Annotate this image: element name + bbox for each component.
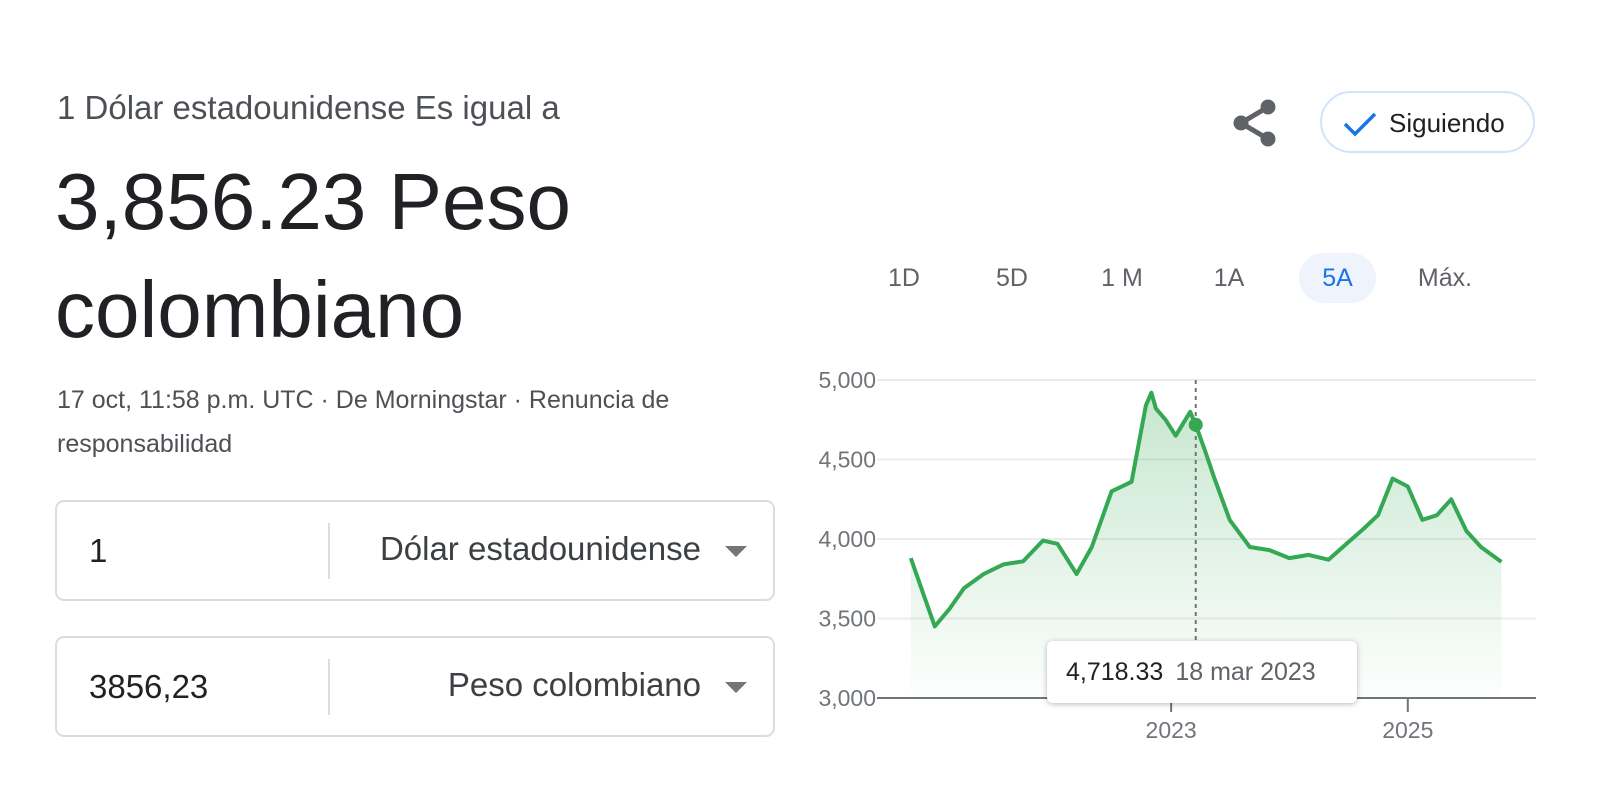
follow-button[interactable]: Siguiendo [1320,91,1535,153]
checkmark-icon [1343,112,1377,137]
conversion-result: 3,856.23 Peso colombiano [55,157,571,354]
to-amount-input[interactable]: 3856,23 [89,668,319,706]
range-tab-1m[interactable]: 1 M [1087,253,1157,303]
divider [328,659,330,715]
from-currency-select[interactable]: Dólar estadounidense [380,530,701,568]
share-icon [1233,99,1276,147]
y-tick-label: 4,500 [818,447,876,473]
range-tab-5a[interactable]: 5A [1299,253,1376,303]
x-tick-label: 2023 [1146,717,1197,743]
from-amount-input[interactable]: 1 [89,532,319,570]
chart-tooltip: 4,718.33 18 mar 2023 [1047,641,1357,703]
range-tab-max[interactable]: Máx. [1405,253,1485,303]
from-currency-box: 1 Dólar estadounidense [55,500,775,601]
x-tick-label: 2025 [1382,717,1433,743]
to-currency-box: 3856,23 Peso colombiano [55,636,775,737]
range-tab-1d[interactable]: 1D [874,253,934,303]
to-currency-select[interactable]: Peso colombiano [448,666,701,704]
y-tick-label: 3,000 [818,685,876,711]
chevron-down-icon[interactable] [725,546,747,557]
chevron-down-icon[interactable] [725,682,747,693]
hover-point [1188,417,1203,432]
y-tick-label: 3,500 [818,606,876,632]
range-tab-1a[interactable]: 1A [1199,253,1259,303]
divider [328,523,330,579]
tooltip-date: 18 mar 2023 [1175,658,1316,686]
conversion-subtitle: 1 Dólar estadounidense Es igual a [57,89,560,126]
y-tick-label: 5,000 [818,367,876,393]
tooltip-value: 4,718.33 [1066,658,1164,686]
timestamp-source: 17 oct, 11:58 p.m. UTC · De Morningstar … [57,386,670,458]
share-button[interactable] [1230,95,1282,151]
y-tick-label: 4,000 [818,526,876,552]
range-tab-5d[interactable]: 5D [981,253,1043,303]
follow-label: Siguiendo [1389,108,1505,138]
